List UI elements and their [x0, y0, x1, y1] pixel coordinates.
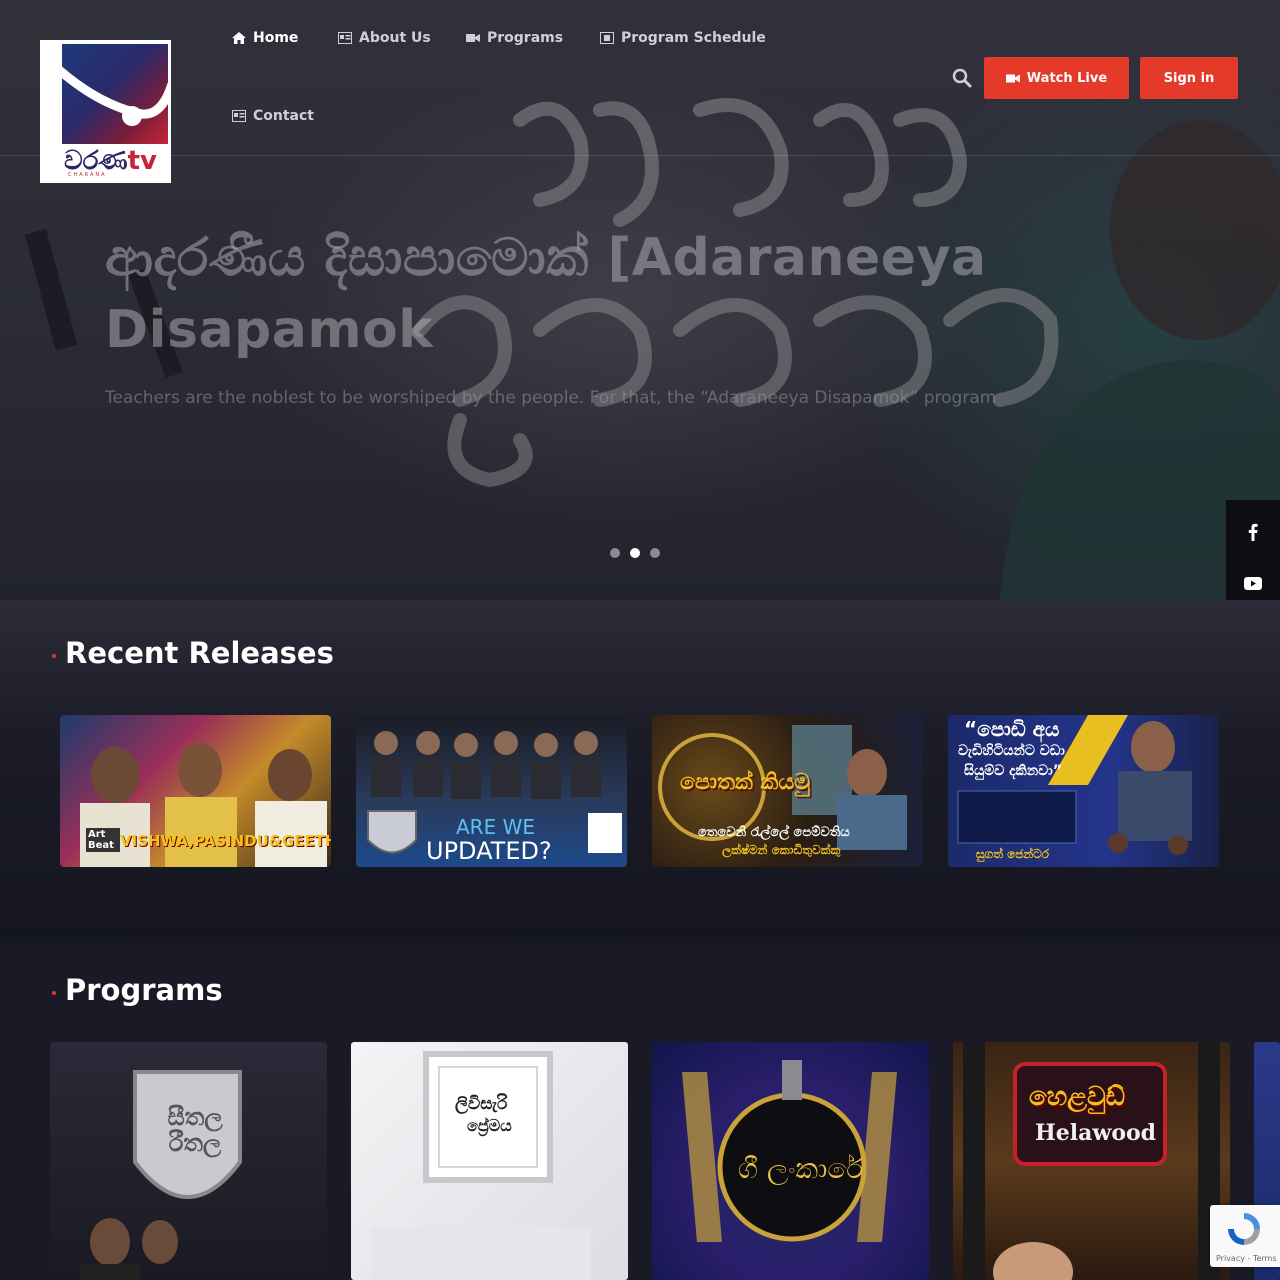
recaptcha-badge[interactable]: Privacy - Terms — [1210, 1205, 1280, 1267]
sign-in-button[interactable]: Sign in — [1140, 57, 1238, 99]
recent-releases-title: Recent Releases — [65, 636, 334, 670]
program-thumbnail — [963, 1042, 1220, 1280]
card-caption-line2: තෙවෙනි රැල්ලේ පෙම්වතිය — [698, 825, 850, 840]
video-camera-icon — [1005, 74, 1020, 82]
program-card[interactable]: සීතල රීතල — [50, 1042, 327, 1280]
recent-releases-section: Recent Releases Art Beat VISHWA,PASINDU&… — [0, 600, 1280, 943]
sign-in-label: Sign in — [1163, 70, 1215, 86]
card-caption-line1: “පොඩි අය — [964, 717, 1060, 741]
logo-subtext: CHARANA — [68, 172, 107, 178]
program-card[interactable]: හෙළවුඩ් Helawood — [953, 1042, 1230, 1280]
nav-about-label: About Us — [359, 30, 431, 46]
nav-contact[interactable]: Contact — [232, 108, 314, 124]
program-name-line2: ප්‍රේමය — [467, 1116, 512, 1135]
nav-contact-label: Contact — [253, 108, 314, 124]
logo-emblem — [62, 44, 168, 144]
section-bullet — [52, 654, 56, 658]
program-name-line1: ලිවිසැරි — [455, 1094, 508, 1114]
slider-dot-active[interactable] — [630, 548, 640, 558]
search-icon[interactable] — [952, 68, 972, 88]
video-camera-icon — [466, 34, 480, 42]
program-card[interactable]: ලිවිසැරි ප්‍රේමය — [351, 1042, 628, 1280]
nav-about-us[interactable]: About Us — [338, 30, 431, 46]
program-thumbnail — [80, 1070, 242, 1280]
nav-programs[interactable]: Programs — [466, 30, 563, 46]
film-icon — [600, 32, 614, 44]
programs-title: Programs — [65, 973, 223, 1007]
slider-dot[interactable] — [650, 548, 660, 558]
program-name: සීතල රීතල — [167, 1103, 223, 1157]
slider-dot[interactable] — [610, 548, 620, 558]
nav-home-label: Home — [253, 30, 299, 46]
card-caption-line1: ARE WE — [456, 815, 535, 839]
recent-release-card[interactable]: Art Beat VISHWA,PASINDU&GEETH — [60, 715, 331, 867]
program-name: ගී ලංකාරේ — [738, 1152, 864, 1185]
section-bullet — [52, 991, 56, 995]
recaptcha-icon — [1228, 1213, 1260, 1245]
recent-release-card[interactable]: “පොඩි අය වැඩිහිටියන්ට වඩා සියුම්ව දකිනවා… — [948, 715, 1219, 867]
program-name-line1: හෙළවුඩ් — [1029, 1082, 1125, 1112]
header-divider — [0, 155, 1280, 156]
program-name-line2: Helawood — [1035, 1120, 1157, 1146]
nav-home[interactable]: Home — [232, 30, 298, 46]
card-caption-line4: සුගත් ජෙන්ටර — [976, 847, 1050, 861]
program-thumbnail — [371, 1051, 591, 1280]
youtube-icon[interactable] — [1244, 574, 1262, 592]
charana-tv-logo[interactable]: වරණtv CHARANA — [40, 40, 171, 183]
recent-release-card[interactable]: පොතක් කියමු තෙවෙනි රැල්ලේ පෙම්වතිය ලක්ෂ්… — [652, 715, 923, 867]
recent-release-card[interactable]: ARE WE UPDATED? — [356, 715, 627, 867]
watch-live-button[interactable]: Watch Live — [984, 57, 1129, 99]
recaptcha-links[interactable]: Privacy - Terms — [1216, 1254, 1277, 1263]
address-card-icon — [232, 110, 246, 122]
card-caption-line1: පොතක් කියමු — [680, 770, 811, 795]
nav-program-schedule[interactable]: Program Schedule — [600, 30, 766, 46]
card-caption: VISHWA,PASINDU&GEETH — [120, 832, 331, 850]
watch-live-label: Watch Live — [1026, 70, 1108, 86]
slider-dots — [610, 548, 660, 558]
program-card[interactable]: ගී ලංකාරේ — [652, 1042, 929, 1280]
card-caption-line2: UPDATED? — [426, 837, 552, 865]
card-caption-line3: ලක්ෂ්මන් කොඩිතුවක්කු — [722, 843, 841, 857]
card-caption-line2: වැඩිහිටියන්ට වඩා — [958, 743, 1065, 759]
facebook-icon[interactable] — [1244, 523, 1262, 541]
hero-title[interactable]: ආදරණීය දිසාපාමොක් [Adaraneeya Disapamok — [105, 222, 1065, 366]
hero-description: Teachers are the noblest to be worshiped… — [105, 388, 997, 408]
id-card-icon — [338, 32, 352, 44]
nav-programs-label: Programs — [487, 30, 564, 46]
home-icon — [232, 32, 246, 44]
card-caption-line3: සියුම්ව දකිනවා” — [964, 763, 1062, 779]
art-beat-badge: Art Beat — [86, 828, 120, 852]
nav-schedule-label: Program Schedule — [621, 30, 766, 46]
